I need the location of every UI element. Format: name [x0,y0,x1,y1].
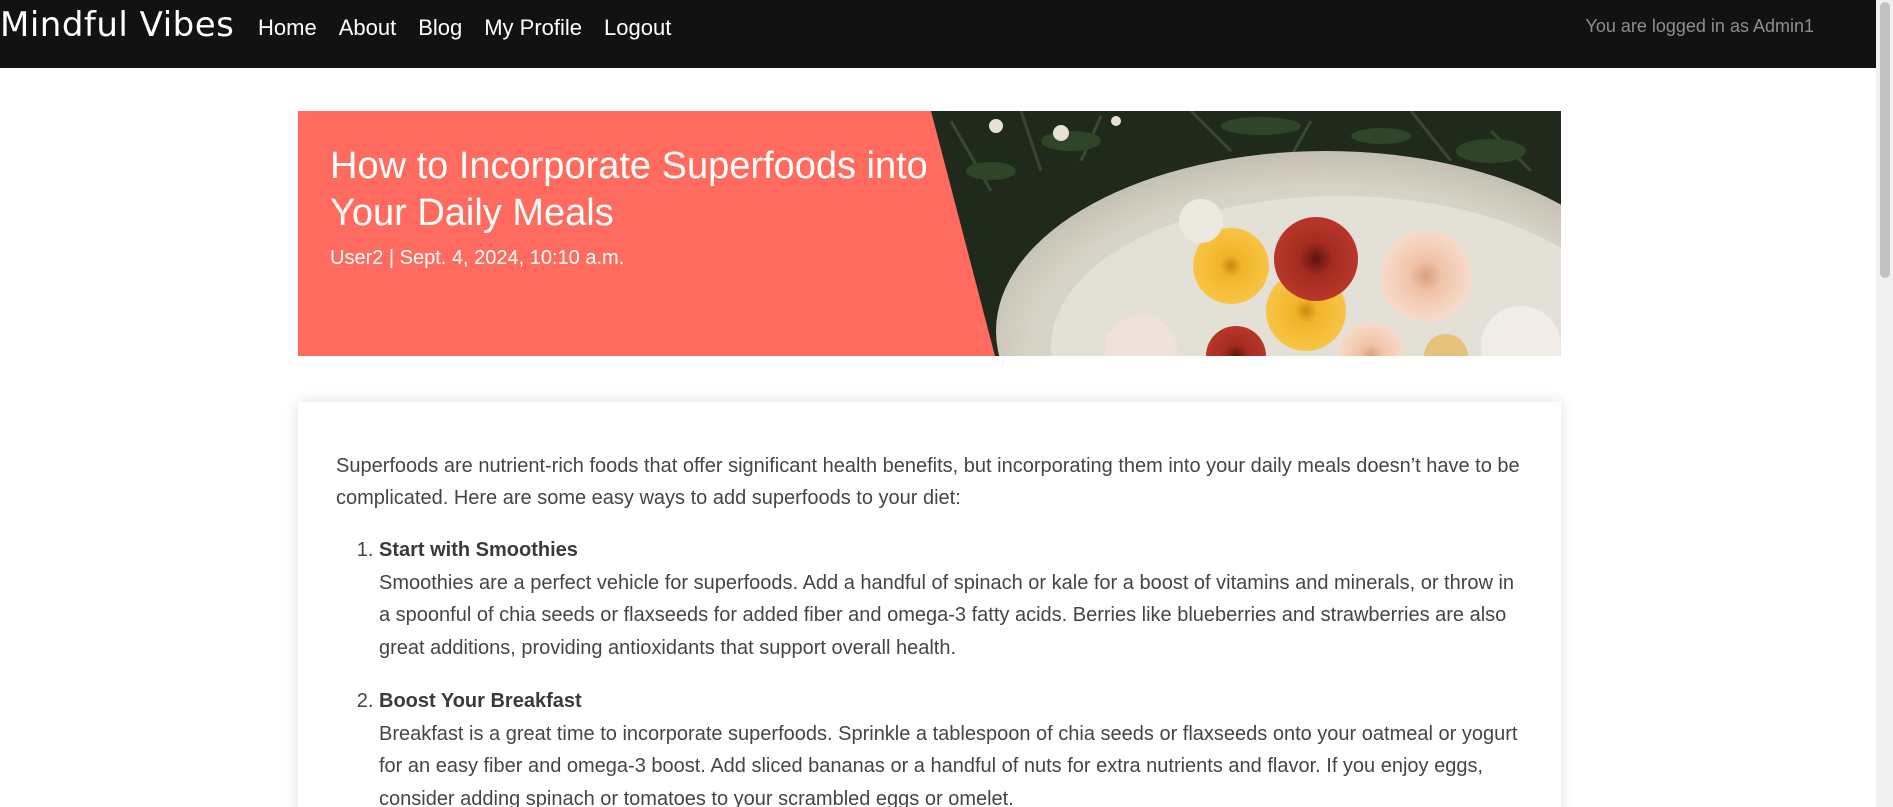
top-navbar: Mindful Vibes Home About Blog My Profile… [0,0,1876,68]
post-meta: User2 | Sept. 4, 2024, 10:10 a.m. [330,247,625,269]
login-status-text: You are logged in as Admin1 [1585,16,1814,36]
scrollbar-thumb[interactable] [1880,2,1890,278]
nav-link-logout[interactable]: Logout [604,15,671,41]
post-title: How to Incorporate Superfoods into Your … [330,145,928,234]
brand-logo-link[interactable]: Mindful Vibes [0,5,234,45]
list-item-title: Boost Your Breakfast [379,690,582,712]
nav-links: Home About Blog My Profile Logout [258,15,693,41]
nav-link-blog[interactable]: Blog [418,15,462,41]
list-item-body: Smoothies are a perfect vehicle for supe… [379,571,1515,659]
list-item: Boost Your Breakfast Breakfast is a grea… [379,685,1523,807]
list-item: Start with Smoothies Smoothies are a per… [379,534,1523,664]
post-hero-banner: How to Incorporate Superfoods into Your … [298,111,1561,356]
nav-link-home[interactable]: Home [258,15,317,41]
post-content-card: Superfoods are nutrient-rich foods that … [298,402,1561,807]
superfood-tips-list: Start with Smoothies Smoothies are a per… [336,534,1523,807]
list-item-body: Breakfast is a great time to incorporate… [379,722,1518,807]
page-scrollbar[interactable] [1876,0,1893,807]
post-intro: Superfoods are nutrient-rich foods that … [336,455,1520,509]
nav-link-about[interactable]: About [339,15,397,41]
nav-link-my-profile[interactable]: My Profile [484,15,582,41]
hero-flower-bowl-image [931,111,1561,356]
list-item-title: Start with Smoothies [379,539,578,561]
